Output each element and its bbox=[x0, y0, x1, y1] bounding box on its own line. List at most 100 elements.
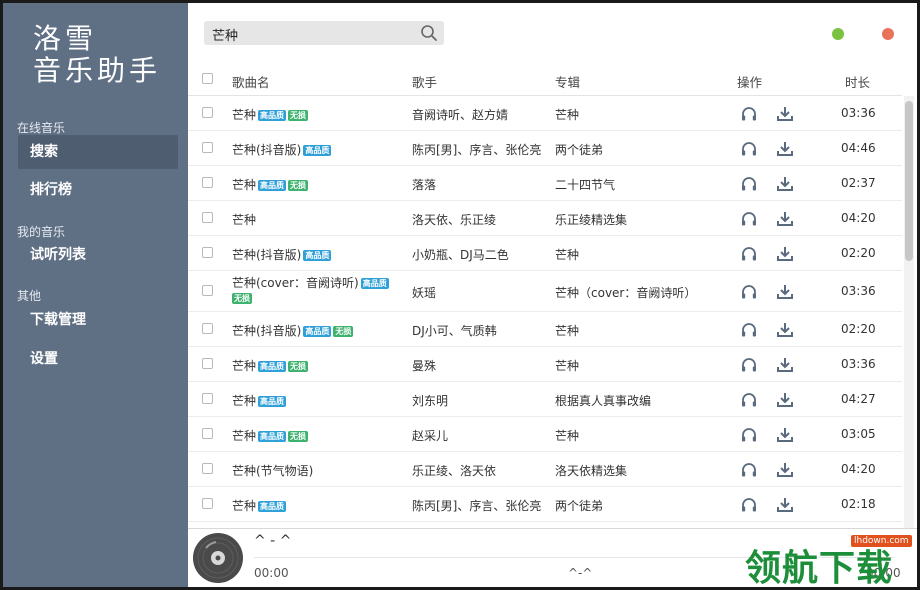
song-name: 芒种 bbox=[232, 429, 257, 443]
artist-cell[interactable]: 赵采儿 bbox=[412, 427, 448, 444]
row-checkbox[interactable] bbox=[202, 393, 213, 404]
album-cell[interactable]: 洛天依精选集 bbox=[555, 462, 627, 479]
table-row[interactable]: 芒种 高品质 无损 曼殊 芒种 03:36 bbox=[188, 347, 902, 382]
row-checkbox[interactable] bbox=[202, 463, 213, 474]
artist-cell[interactable]: 音阙诗听、赵方婧 bbox=[412, 106, 508, 123]
disc-icon bbox=[193, 533, 243, 583]
download-icon[interactable] bbox=[776, 283, 794, 301]
sidebar-item-playlist[interactable]: 试听列表 bbox=[18, 238, 178, 272]
duration-cell: 03:36 bbox=[841, 106, 876, 120]
headphones-icon[interactable] bbox=[740, 356, 758, 374]
artist-cell[interactable]: 落落 bbox=[412, 176, 436, 193]
download-icon[interactable] bbox=[776, 426, 794, 444]
artist-cell[interactable]: 陈丙[男]、序言、张伦亮 bbox=[412, 141, 541, 158]
row-checkbox[interactable] bbox=[202, 358, 213, 369]
headphones-icon[interactable] bbox=[740, 105, 758, 123]
row-checkbox[interactable] bbox=[202, 247, 213, 258]
download-icon[interactable] bbox=[776, 245, 794, 263]
headphones-icon[interactable] bbox=[740, 245, 758, 263]
artist-cell[interactable]: 小奶瓶、DJ马二色 bbox=[412, 246, 509, 263]
hq-badge: 高品质 bbox=[258, 431, 287, 442]
download-icon[interactable] bbox=[776, 321, 794, 339]
headphones-icon[interactable] bbox=[740, 496, 758, 514]
artist-cell[interactable]: DJ小可、气质韩 bbox=[412, 322, 497, 339]
duration-cell: 04:27 bbox=[841, 392, 876, 406]
logo-line1: 洛雪 bbox=[33, 22, 98, 55]
table-row[interactable]: 芒种 高品质 无损 音阙诗听、赵方婧 芒种 03:36 bbox=[188, 96, 902, 131]
headphones-icon[interactable] bbox=[740, 210, 758, 228]
artist-cell[interactable]: 刘东明 bbox=[412, 392, 448, 409]
table-row[interactable]: 芒种 高品质 陈丙[男]、序言、张伦亮 两个徒弟 02:18 bbox=[188, 487, 902, 522]
album-cell[interactable]: 两个徒弟 bbox=[555, 141, 603, 158]
scrollbar[interactable] bbox=[904, 96, 914, 528]
table-row[interactable]: 芒种(抖音版) 高品质 小奶瓶、DJ马二色 芒种 02:20 bbox=[188, 236, 902, 271]
download-icon[interactable] bbox=[776, 496, 794, 514]
search-icon[interactable] bbox=[420, 24, 438, 42]
artist-cell[interactable]: 陈丙[男]、序言、张伦亮 bbox=[412, 497, 541, 514]
download-icon[interactable] bbox=[776, 105, 794, 123]
download-icon[interactable] bbox=[776, 210, 794, 228]
album-cell[interactable]: 乐正绫精选集 bbox=[555, 211, 627, 228]
table-row[interactable]: 芒种 高品质 无损 赵采儿 芒种 03:05 bbox=[188, 417, 902, 452]
headphones-icon[interactable] bbox=[740, 391, 758, 409]
album-cell[interactable]: 芒种（cover：音阙诗听） bbox=[555, 284, 696, 301]
row-checkbox[interactable] bbox=[202, 142, 213, 153]
table-row[interactable]: 芒种 高品质 刘东明 根据真人真事改编 04:27 bbox=[188, 382, 902, 417]
album-cell[interactable]: 根据真人真事改编 bbox=[555, 392, 651, 409]
header-name[interactable]: 歌曲名 bbox=[232, 72, 270, 91]
headphones-icon[interactable] bbox=[740, 283, 758, 301]
artist-cell[interactable]: 洛天依、乐正绫 bbox=[412, 211, 496, 228]
sidebar-item-downloads[interactable]: 下载管理 bbox=[18, 303, 178, 337]
row-checkbox[interactable] bbox=[202, 498, 213, 509]
song-name-cell: 芒种 高品质 无损 bbox=[232, 357, 309, 374]
album-cell[interactable]: 芒种 bbox=[555, 246, 579, 263]
sidebar-item-search[interactable]: 搜索 bbox=[18, 135, 178, 169]
album-cell[interactable]: 芒种 bbox=[555, 357, 579, 374]
download-icon[interactable] bbox=[776, 391, 794, 409]
album-cell[interactable]: 芒种 bbox=[555, 322, 579, 339]
artist-cell[interactable]: 妖瑶 bbox=[412, 284, 436, 301]
row-checkbox[interactable] bbox=[202, 323, 213, 334]
artist-cell[interactable]: 曼殊 bbox=[412, 357, 436, 374]
table-row[interactable]: 芒种 高品质 无损 落落 二十四节气 02:37 bbox=[188, 166, 902, 201]
headphones-icon[interactable] bbox=[740, 140, 758, 158]
album-cell[interactable]: 芒种 bbox=[555, 106, 579, 123]
row-checkbox[interactable] bbox=[202, 177, 213, 188]
row-checkbox[interactable] bbox=[202, 212, 213, 223]
headphones-icon[interactable] bbox=[740, 321, 758, 339]
headphones-icon[interactable] bbox=[740, 175, 758, 193]
table-row[interactable]: 芒种(节气物语) 乐正绫、洛天依 洛天依精选集 04:20 bbox=[188, 452, 902, 487]
table-row[interactable]: 芒种 洛天依、乐正绫 乐正绫精选集 04:20 bbox=[188, 201, 902, 236]
row-checkbox[interactable] bbox=[202, 107, 213, 118]
album-cell[interactable]: 二十四节气 bbox=[555, 176, 615, 193]
select-all-checkbox[interactable] bbox=[202, 73, 213, 84]
song-name: 芒种(抖音版) bbox=[232, 324, 302, 338]
row-checkbox[interactable] bbox=[202, 428, 213, 439]
song-name-cell: 芒种(cover：音阙诗听) 高品质 无损 bbox=[232, 276, 389, 306]
player-lyric: ^-^ bbox=[568, 566, 593, 580]
headphones-icon[interactable] bbox=[740, 461, 758, 479]
sidebar-item-charts[interactable]: 排行榜 bbox=[18, 173, 178, 207]
header-artist[interactable]: 歌手 bbox=[412, 72, 437, 91]
scrollbar-thumb[interactable] bbox=[905, 101, 913, 261]
watermark-url: lhdown.com bbox=[851, 535, 912, 547]
table-row[interactable]: 芒种(抖音版) 高品质 无损 DJ小可、气质韩 芒种 02:20 bbox=[188, 312, 902, 347]
search-input[interactable] bbox=[210, 21, 414, 47]
table-row[interactable]: 芒种(cover：音阙诗听) 高品质 无损 妖瑶 芒种（cover：音阙诗听） 03:36 bbox=[188, 271, 902, 312]
download-icon[interactable] bbox=[776, 461, 794, 479]
download-icon[interactable] bbox=[776, 175, 794, 193]
album-cell[interactable]: 芒种 bbox=[555, 427, 579, 444]
sidebar-item-settings[interactable]: 设置 bbox=[18, 342, 178, 376]
album-cell[interactable]: 两个徒弟 bbox=[555, 497, 603, 514]
minimize-button[interactable] bbox=[832, 28, 844, 40]
table-row[interactable]: 芒种(抖音版) 高品质 陈丙[男]、序言、张伦亮 两个徒弟 04:46 bbox=[188, 131, 902, 166]
close-button[interactable] bbox=[882, 28, 894, 40]
header-album[interactable]: 专辑 bbox=[555, 72, 580, 91]
headphones-icon[interactable] bbox=[740, 426, 758, 444]
header-op: 操作 bbox=[737, 75, 763, 90]
download-icon[interactable] bbox=[776, 356, 794, 374]
artist-cell[interactable]: 乐正绫、洛天依 bbox=[412, 462, 496, 479]
row-checkbox[interactable] bbox=[202, 285, 213, 296]
header-time[interactable]: 时长 bbox=[845, 72, 870, 91]
download-icon[interactable] bbox=[776, 140, 794, 158]
